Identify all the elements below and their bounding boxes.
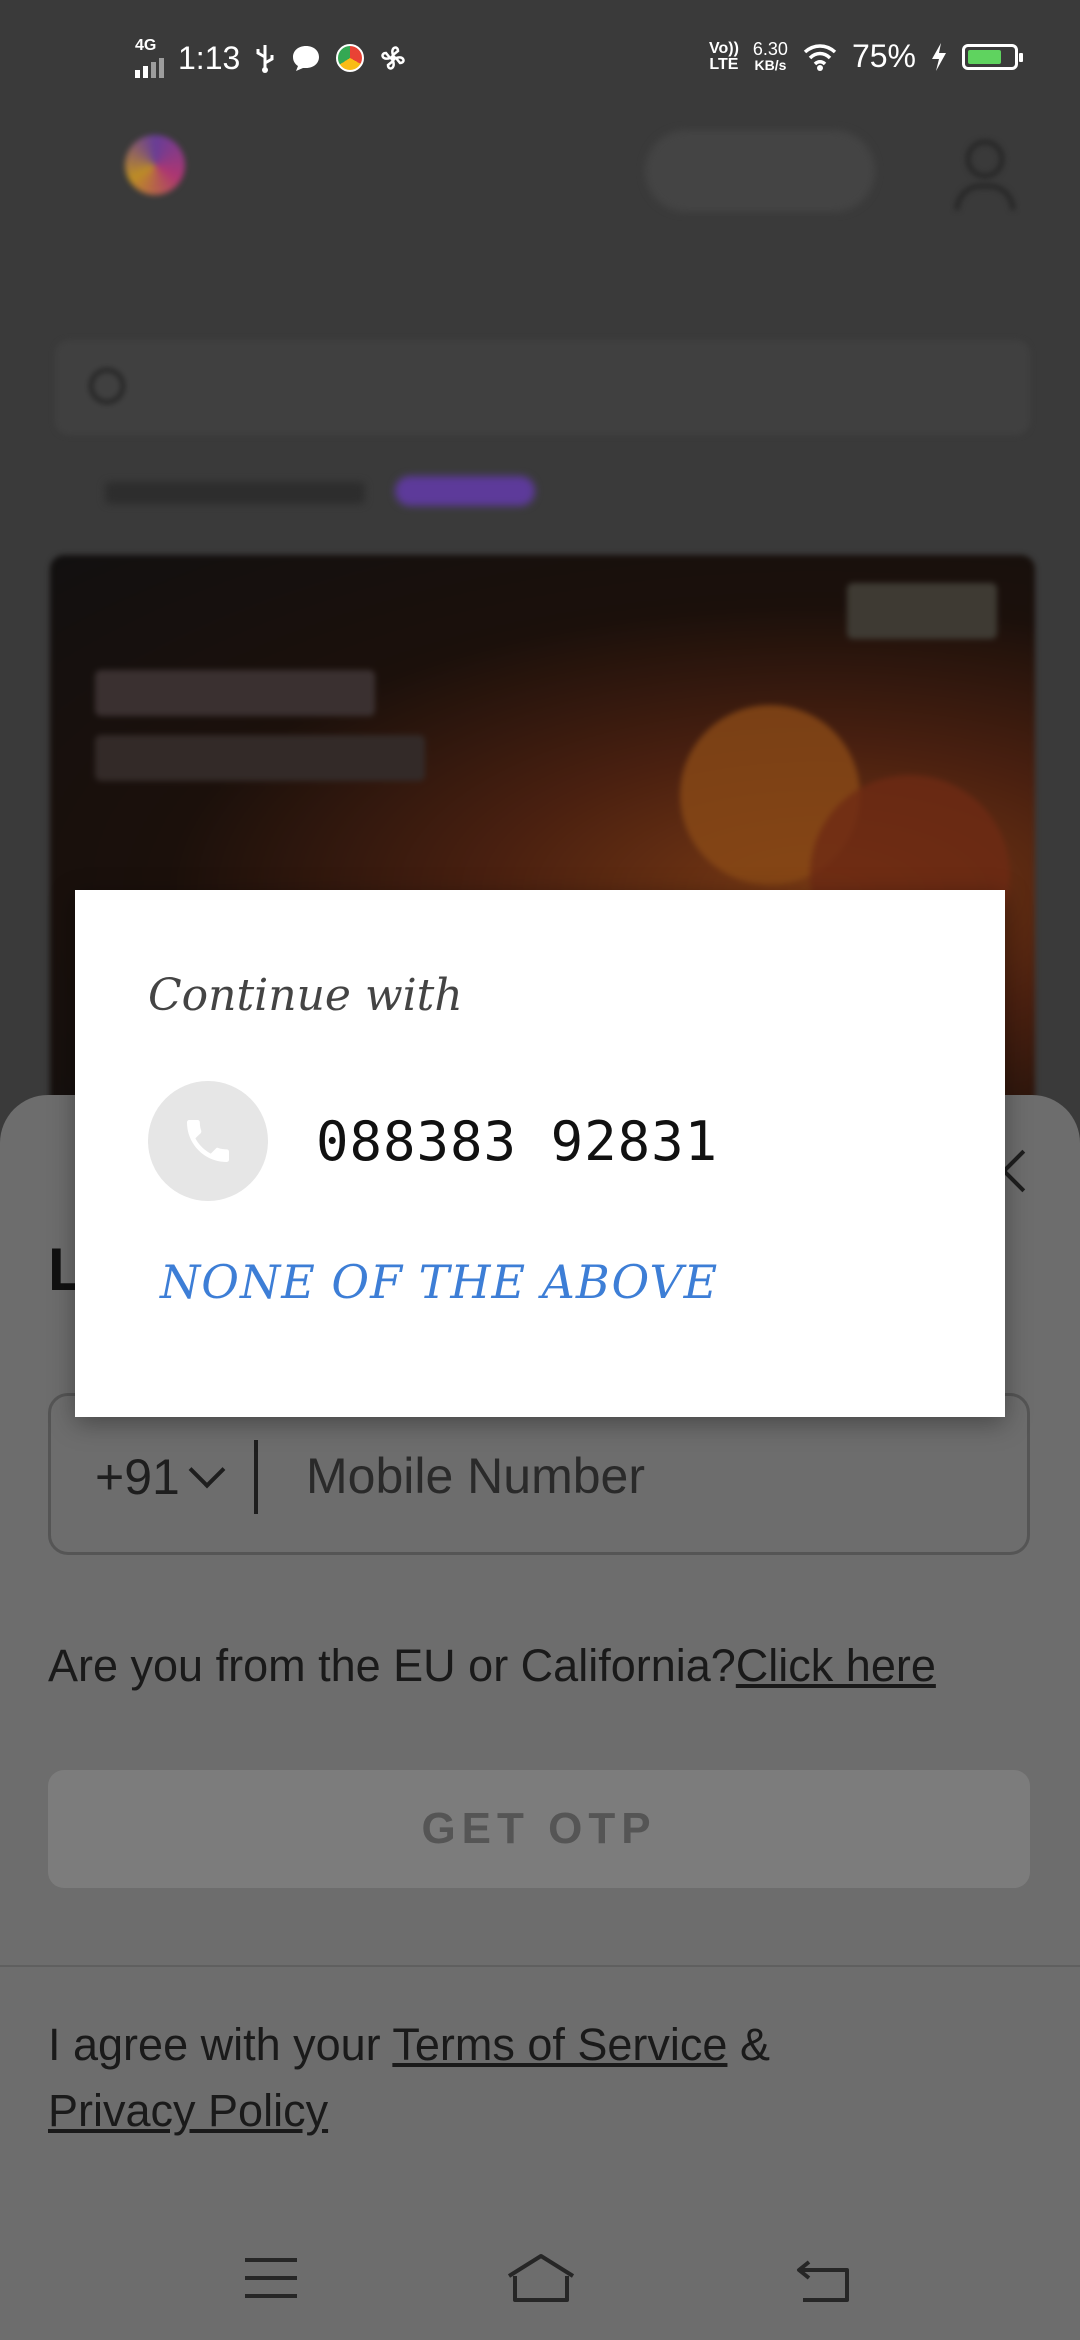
chrome-icon [336, 44, 365, 72]
agree-and: & [727, 2019, 770, 2070]
dialog-title: Continue with [148, 970, 463, 1021]
terms-of-service-link[interactable]: Terms of Service [392, 2019, 727, 2070]
back-icon[interactable] [795, 2256, 851, 2304]
country-code-selector[interactable]: +91 [95, 1448, 226, 1506]
phone-icon [187, 1120, 229, 1162]
country-code: +91 [95, 1449, 180, 1505]
speed-value: 6.30 [752, 38, 788, 59]
privacy-policy-link[interactable]: Privacy Policy [48, 2085, 328, 2136]
none-of-the-above-button[interactable]: NONE OF THE ABOVE [160, 1255, 718, 1309]
navigation-bar [0, 2230, 1080, 2340]
agreement-text: I agree with your Terms of Service & Pri… [48, 2012, 948, 2144]
clock: 1:13 [178, 39, 241, 76]
account-option[interactable]: 088383 92831 [148, 1081, 948, 1201]
speed-unit: KB/s [754, 56, 787, 73]
get-otp-button[interactable]: GET OTP [48, 1770, 1030, 1888]
search-icon [89, 368, 125, 404]
divider [0, 1965, 1080, 1967]
promo-chip [645, 130, 875, 212]
account-phone-number: 088383 92831 [316, 1109, 719, 1173]
phone-field: +91 [48, 1393, 1030, 1555]
fan-icon [381, 46, 405, 70]
profile-icon [955, 140, 1015, 210]
eu-click-here-link[interactable]: Click here [736, 1640, 936, 1691]
search-bar [55, 340, 1030, 435]
message-icon [293, 46, 320, 71]
signal-icon [135, 54, 164, 78]
eu-prompt: Are you from the EU or California?Click … [48, 1640, 936, 1692]
agree-prefix: I agree with your [48, 2019, 393, 2070]
eu-question: Are you from the EU or California? [48, 1640, 736, 1691]
menu-icon[interactable] [245, 2258, 297, 2298]
lte-label: LTE [709, 55, 739, 73]
logo-swirl-icon [125, 135, 185, 195]
chevron-down-icon [188, 1451, 226, 1489]
network-type: 4G [135, 37, 157, 54]
usb-icon [256, 45, 274, 73]
field-divider [254, 1440, 258, 1514]
home-icon[interactable] [505, 2252, 577, 2304]
mobile-number-input[interactable] [306, 1444, 986, 1508]
location-row [55, 470, 555, 516]
phone-hint-dialog: Continue with 088383 92831 NONE OF THE A… [75, 890, 1005, 1417]
app-logo [45, 130, 185, 230]
battery-percent: 75% [851, 38, 916, 74]
charging-icon [932, 42, 946, 71]
volte-label: Vo)) [708, 39, 739, 57]
battery-icon [962, 43, 1023, 70]
wifi-icon [803, 43, 837, 71]
status-bar: 4G 1:13 Vo)) LTE 6.30 KB/s 75% [0, 0, 1080, 120]
phone-avatar [148, 1081, 268, 1201]
